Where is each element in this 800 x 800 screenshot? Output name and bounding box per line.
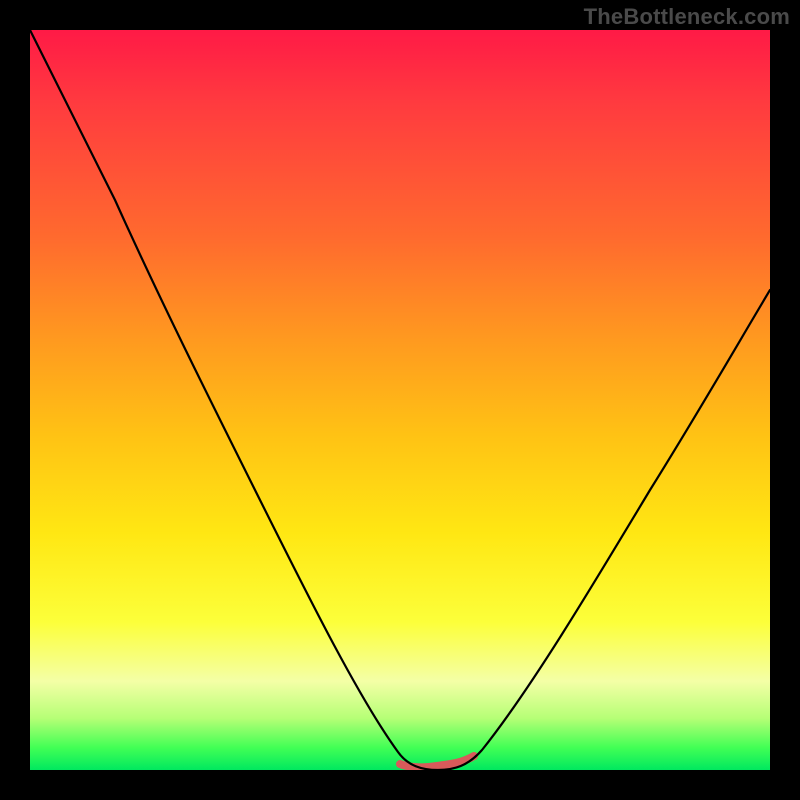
plot-area: [30, 30, 770, 770]
watermark-text: TheBottleneck.com: [584, 4, 790, 30]
chart-frame: TheBottleneck.com: [0, 0, 800, 800]
bottleneck-curve: [30, 30, 770, 770]
curve-svg: [30, 30, 770, 770]
